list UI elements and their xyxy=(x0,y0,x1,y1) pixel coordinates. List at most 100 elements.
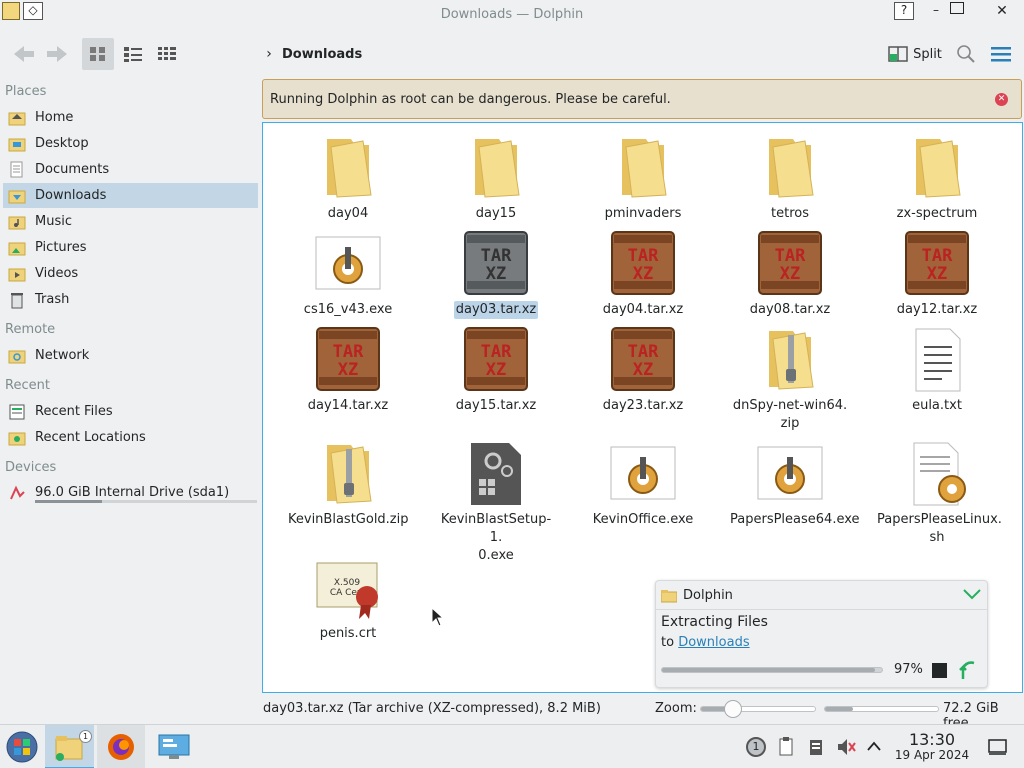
show-desktop-icon[interactable] xyxy=(988,738,1008,756)
file-item[interactable]: day15 xyxy=(436,133,556,223)
stop-icon[interactable] xyxy=(932,663,947,678)
progress-bar xyxy=(661,667,883,673)
sidebar-item-recent-locations[interactable]: Recent Locations xyxy=(3,425,258,450)
sh-file-icon xyxy=(902,439,972,509)
file-name: zx-spectrum xyxy=(896,206,978,221)
tarxz-file-icon: TAR XZ xyxy=(755,229,825,299)
back-button[interactable] xyxy=(10,38,38,70)
tray-expand-icon[interactable] xyxy=(866,739,882,753)
svg-text:TAR: TAR xyxy=(333,342,364,362)
zoom-slider[interactable] xyxy=(700,700,816,718)
file-item[interactable]: PapersPleaseLinux. sh xyxy=(877,439,1002,547)
sidebar-item-desktop[interactable]: Desktop xyxy=(3,131,258,156)
hamburger-menu-icon xyxy=(991,47,1011,62)
clipboard-icon[interactable] xyxy=(777,737,795,757)
sidebar-item-label: Videos xyxy=(35,266,79,281)
clock-date[interactable]: 19 Apr 2024 xyxy=(890,748,974,762)
notification-title: Extracting Files xyxy=(661,614,768,630)
volume-muted-icon[interactable] xyxy=(836,737,856,757)
sidebar-item-videos[interactable]: Videos xyxy=(3,261,258,286)
search-icon xyxy=(957,45,975,63)
file-item[interactable]: KevinBlastGold.zip xyxy=(288,439,409,529)
file-item[interactable]: PapersPlease64.exe xyxy=(730,439,860,529)
tarxz-file-icon: TAR XZ xyxy=(608,229,678,299)
task-dolphin[interactable]: 1 xyxy=(45,725,94,768)
split-button[interactable]: Split xyxy=(887,38,943,70)
breadcrumb[interactable]: Downloads xyxy=(282,38,362,70)
file-item[interactable]: KevinBlastSetup-1. 0.exe xyxy=(436,439,556,565)
details-view-button[interactable] xyxy=(152,38,182,70)
sidebar-item-label: Home xyxy=(35,110,74,125)
downloads-link[interactable]: Downloads xyxy=(678,635,749,650)
pictures-folder-icon xyxy=(8,239,26,257)
file-item[interactable]: day04 xyxy=(288,133,408,223)
downloads-folder-icon xyxy=(8,187,26,205)
file-item[interactable]: dnSpy-net-win64. zip xyxy=(730,325,850,433)
system-settings-icon[interactable] xyxy=(157,733,191,761)
sidebar-item-network[interactable]: Network xyxy=(3,343,258,368)
undo-arrow-icon[interactable] xyxy=(959,659,977,681)
sidebar-item-home[interactable]: Home xyxy=(3,105,258,130)
device-notifier-icon[interactable] xyxy=(807,737,825,757)
taskbar: 1 1 13:30 19 Apr 2024 xyxy=(0,724,1024,768)
zip-file-icon xyxy=(755,325,825,395)
file-item[interactable]: TAR XZ day14.tar.xz xyxy=(288,325,408,415)
file-item[interactable]: TAR XZ day08.tar.xz xyxy=(730,229,850,319)
close-button[interactable]: ✕ xyxy=(992,3,1012,19)
file-item[interactable]: TAR XZ day12.tar.xz xyxy=(877,229,997,319)
sidebar-item-label: Documents xyxy=(35,162,110,177)
close-warning-icon[interactable]: ✕ xyxy=(995,93,1008,106)
help-button[interactable]: ? xyxy=(894,2,914,20)
forward-button[interactable] xyxy=(43,38,71,70)
file-item[interactable]: TAR XZ day03.tar.xz xyxy=(436,229,556,319)
arrow-right-icon xyxy=(47,46,67,62)
svg-text:XZ: XZ xyxy=(486,264,506,284)
icons-view-button[interactable] xyxy=(82,38,114,70)
sidebar-item-label: Pictures xyxy=(35,240,87,255)
sidebar-item-96-0-gib-internal-drive-sda1[interactable]: 96.0 GiB Internal Drive (sda1) xyxy=(3,480,258,505)
file-item[interactable]: TAR XZ day23.tar.xz xyxy=(583,325,703,415)
compact-view-button[interactable] xyxy=(118,38,148,70)
status-text: day03.tar.xz (Tar archive (XZ-compressed… xyxy=(263,701,601,716)
sidebar-item-downloads[interactable]: Downloads xyxy=(3,183,258,208)
notification-app: Dolphin xyxy=(683,588,733,603)
devices-header: Devices xyxy=(5,460,57,475)
notifications-badge[interactable]: 1 xyxy=(746,737,766,757)
sidebar-item-label: Trash xyxy=(35,292,70,307)
hamburger-menu-button[interactable] xyxy=(988,38,1014,70)
zoom-slider-handle[interactable] xyxy=(724,700,743,718)
task-firefox[interactable] xyxy=(97,725,145,768)
file-item[interactable]: KevinOffice.exe xyxy=(583,439,703,529)
drive-usage-bar xyxy=(35,500,257,503)
file-item[interactable]: eula.txt xyxy=(877,325,997,415)
root-warning-banner: Running Dolphin as root can be dangerous… xyxy=(262,79,1022,119)
svg-text:TAR: TAR xyxy=(481,342,512,362)
sidebar-item-pictures[interactable]: Pictures xyxy=(3,235,258,260)
maximize-button[interactable] xyxy=(950,2,964,14)
file-item[interactable]: TAR XZ day15.tar.xz xyxy=(436,325,556,415)
file-item[interactable]: tetros xyxy=(730,133,850,223)
clock-time[interactable]: 13:30 xyxy=(895,730,969,749)
file-item[interactable]: cs16_v43.exe xyxy=(288,229,408,319)
task-badge: 1 xyxy=(79,730,92,743)
network-icon xyxy=(8,347,26,365)
disk-space-bar[interactable] xyxy=(824,706,939,712)
start-menu-icon[interactable] xyxy=(5,730,39,764)
sidebar-item-label: Downloads xyxy=(35,188,107,203)
sidebar-item-recent-files[interactable]: Recent Files xyxy=(3,399,258,424)
file-name: day14.tar.xz xyxy=(307,398,389,413)
search-button[interactable] xyxy=(953,38,979,70)
file-item[interactable]: pminvaders xyxy=(583,133,703,223)
sidebar-item-trash[interactable]: Trash xyxy=(3,287,258,312)
minimize-button[interactable]: – xyxy=(926,3,946,19)
remote-header: Remote xyxy=(5,322,56,337)
sidebar-item-music[interactable]: Music xyxy=(3,209,258,234)
file-item[interactable]: X.509 CA Cert penis.crt xyxy=(288,553,408,643)
svg-text:XZ: XZ xyxy=(633,360,653,380)
collapse-chevron-icon[interactable] xyxy=(962,587,982,601)
videos-folder-icon xyxy=(8,265,26,283)
file-item[interactable]: TAR XZ day04.tar.xz xyxy=(583,229,703,319)
folder-file-icon xyxy=(313,133,383,203)
sidebar-item-documents[interactable]: Documents xyxy=(3,157,258,182)
file-item[interactable]: zx-spectrum xyxy=(877,133,997,223)
